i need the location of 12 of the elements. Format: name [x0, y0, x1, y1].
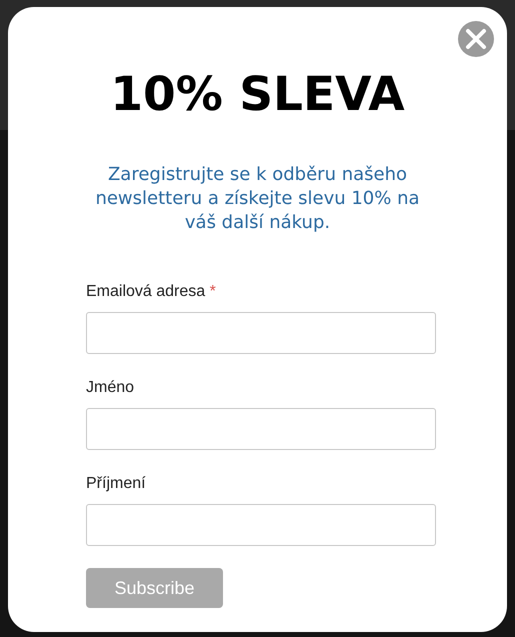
input-field[interactable] — [86, 504, 436, 546]
required-mark: * — [210, 283, 216, 300]
field-label: Jméno — [86, 379, 134, 396]
popup-title: 10% SLEVA — [109, 67, 406, 124]
field-label: Příjmení — [86, 475, 146, 492]
close-icon — [465, 28, 487, 50]
field-label: Emailová adresa — [86, 283, 206, 300]
close-button[interactable] — [458, 21, 494, 57]
subscribe-button[interactable]: Subscribe — [86, 568, 223, 608]
input-field[interactable] — [86, 312, 436, 354]
input-field[interactable] — [86, 408, 436, 450]
intro-text: Zaregistrujte se k odběru našeho newsletteru a získejte slevu 10% na váš další nákup. — [94, 163, 421, 236]
